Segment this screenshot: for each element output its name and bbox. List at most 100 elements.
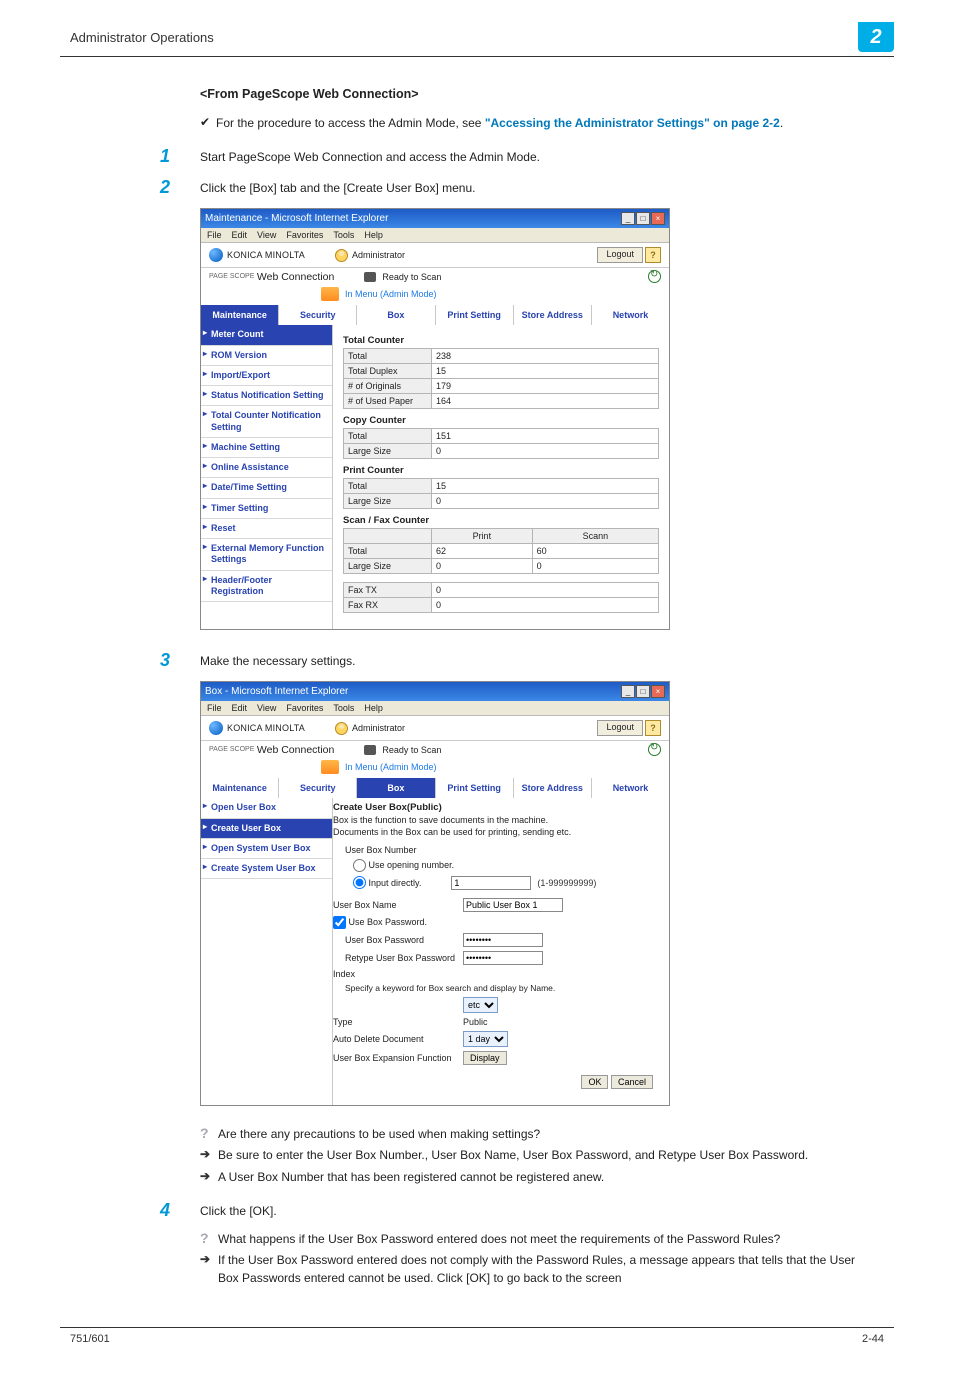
step-2-number: 2 — [160, 177, 200, 198]
close-icon[interactable]: × — [651, 212, 665, 225]
sidebar-item-create-user-box[interactable]: Create User Box — [201, 819, 332, 839]
mode-line-text: In Menu (Admin Mode) — [345, 762, 437, 772]
copy-counter-heading: Copy Counter — [343, 415, 659, 426]
tab-store-address[interactable]: Store Address — [514, 305, 592, 325]
ie-menubar[interactable]: FileEditViewFavoritesToolsHelp — [201, 701, 669, 716]
sidebar-item-header-footer[interactable]: Header/Footer Registration — [201, 571, 332, 603]
tab-maintenance[interactable]: Maintenance — [201, 778, 279, 798]
footer-model: 751/601 — [60, 1333, 862, 1345]
sidebar-item-rom[interactable]: ROM Version — [201, 346, 332, 366]
use-password-label: Use Box Password. — [349, 917, 428, 927]
tab-maintenance[interactable]: Maintenance — [201, 305, 279, 325]
radio-use-opening[interactable] — [353, 859, 366, 872]
minimize-icon[interactable]: _ — [621, 685, 635, 698]
retype-password-label: Retype User Box Password — [333, 953, 463, 963]
brand-label: KONICA MINOLTA — [227, 250, 305, 260]
scanfax-counter-table: PrintScann Total6260 Large Size00 — [343, 528, 659, 574]
maximize-icon[interactable]: □ — [636, 685, 650, 698]
qa-question-1: Are there any precautions to be used whe… — [218, 1126, 864, 1143]
sidebar-item-online-assist[interactable]: Online Assistance — [201, 458, 332, 478]
tab-network[interactable]: Network — [592, 305, 669, 325]
total-counter-heading: Total Counter — [343, 335, 659, 346]
printer-status-icon — [364, 745, 376, 755]
sidebar-item-timer[interactable]: Timer Setting — [201, 499, 332, 519]
sidebar-item-total-counter-notif[interactable]: Total Counter Notification Setting — [201, 406, 332, 438]
maximize-icon[interactable]: □ — [636, 212, 650, 225]
tab-store-address[interactable]: Store Address — [514, 778, 592, 798]
crossref-link[interactable]: "Accessing the Administrator Settings" o… — [485, 116, 780, 130]
mode-line-text: In Menu (Admin Mode) — [345, 289, 437, 299]
ok-button[interactable]: OK — [581, 1075, 608, 1089]
scanfax-counter-heading: Scan / Fax Counter — [343, 515, 659, 526]
sidebar-item-reset[interactable]: Reset — [201, 519, 332, 539]
auto-delete-label: Auto Delete Document — [333, 1034, 463, 1044]
refresh-icon[interactable] — [648, 743, 661, 756]
tab-box[interactable]: Box — [357, 305, 435, 325]
user-icon — [335, 722, 348, 735]
screenshot-box: Box - Microsoft Internet Explorer _ □ × … — [200, 681, 670, 1105]
close-icon[interactable]: × — [651, 685, 665, 698]
cancel-button[interactable]: Cancel — [611, 1075, 653, 1089]
minimize-icon[interactable]: _ — [621, 212, 635, 225]
userbox-password-input[interactable] — [463, 933, 543, 947]
sidebar-item-create-system-user-box[interactable]: Create System User Box — [201, 859, 332, 879]
tab-security[interactable]: Security — [279, 778, 357, 798]
logout-button[interactable]: Logout — [597, 247, 643, 263]
step-1-text: Start PageScope Web Connection and acces… — [200, 146, 540, 166]
qa-answer-3: If the User Box Password entered does no… — [218, 1252, 864, 1287]
step-4-number: 4 — [160, 1200, 200, 1221]
auto-delete-select[interactable]: 1 day — [463, 1031, 508, 1047]
index-select[interactable]: etc — [463, 997, 498, 1013]
sidebar-item-ext-memory[interactable]: External Memory Function Settings — [201, 539, 332, 571]
status-text: Ready to Scan — [382, 272, 441, 282]
tab-network[interactable]: Network — [592, 778, 669, 798]
userbox-name-input[interactable] — [463, 898, 563, 912]
tab-print-setting[interactable]: Print Setting — [436, 305, 514, 325]
ie-menubar[interactable]: FileEditViewFavoritesToolsHelp — [201, 228, 669, 243]
expansion-label: User Box Expansion Function — [333, 1053, 463, 1063]
sidebar-item-status-notif[interactable]: Status Notification Setting — [201, 386, 332, 406]
userbox-number-input[interactable] — [451, 876, 531, 890]
window-title-2: Box - Microsoft Internet Explorer — [205, 686, 620, 697]
tab-box[interactable]: Box — [357, 778, 435, 798]
sidebar-item-datetime[interactable]: Date/Time Setting — [201, 478, 332, 498]
help-button[interactable]: ? — [645, 247, 661, 263]
userbox-number-label: User Box Number — [333, 845, 463, 855]
role-label: Administrator — [352, 250, 405, 260]
total-counter-table: Total238 Total Duplex15 # of Originals17… — [343, 348, 659, 409]
brand-label: KONICA MINOLTA — [227, 723, 305, 733]
role-label: Administrator — [352, 723, 405, 733]
print-counter-heading: Print Counter — [343, 465, 659, 476]
type-value: Public — [463, 1017, 488, 1027]
step-2-text: Click the [Box] tab and the [Create User… — [200, 177, 475, 197]
sidebar-item-import-export[interactable]: Import/Export — [201, 366, 332, 386]
window-title: Maintenance - Microsoft Internet Explore… — [205, 213, 620, 224]
step-1-number: 1 — [160, 146, 200, 167]
help-button[interactable]: ? — [645, 720, 661, 736]
qa-answer-1: Be sure to enter the User Box Number., U… — [218, 1147, 864, 1164]
tab-print-setting[interactable]: Print Setting — [436, 778, 514, 798]
qa-answer-2: A User Box Number that has been register… — [218, 1169, 864, 1186]
display-button[interactable]: Display — [463, 1051, 507, 1065]
refresh-icon[interactable] — [648, 270, 661, 283]
mode-icon — [321, 760, 339, 774]
question-icon: ? — [200, 1231, 218, 1246]
sidebar-item-machine-setting[interactable]: Machine Setting — [201, 438, 332, 458]
sidebar-item-open-system-user-box[interactable]: Open System User Box — [201, 839, 332, 859]
printer-status-icon — [364, 272, 376, 282]
tab-security[interactable]: Security — [279, 305, 357, 325]
radio-input-directly[interactable] — [353, 876, 366, 889]
mode-icon — [321, 287, 339, 301]
userbox-name-label: User Box Name — [333, 900, 463, 910]
checkmark-icon: ✔ — [200, 115, 216, 129]
use-password-checkbox[interactable] — [333, 916, 346, 929]
pagescope-prefix: PAGE SCOPE — [209, 273, 254, 280]
maintenance-sidenav: Meter Count ROM Version Import/Export St… — [201, 325, 333, 629]
logout-button[interactable]: Logout — [597, 720, 643, 736]
sidebar-item-open-user-box[interactable]: Open User Box — [201, 798, 332, 818]
fax-table: Fax TX0 Fax RX0 — [343, 582, 659, 613]
retype-password-input[interactable] — [463, 951, 543, 965]
user-icon — [335, 249, 348, 262]
arrow-icon: ➔ — [200, 1169, 218, 1183]
sidebar-item-meter-count[interactable]: Meter Count — [201, 325, 332, 345]
